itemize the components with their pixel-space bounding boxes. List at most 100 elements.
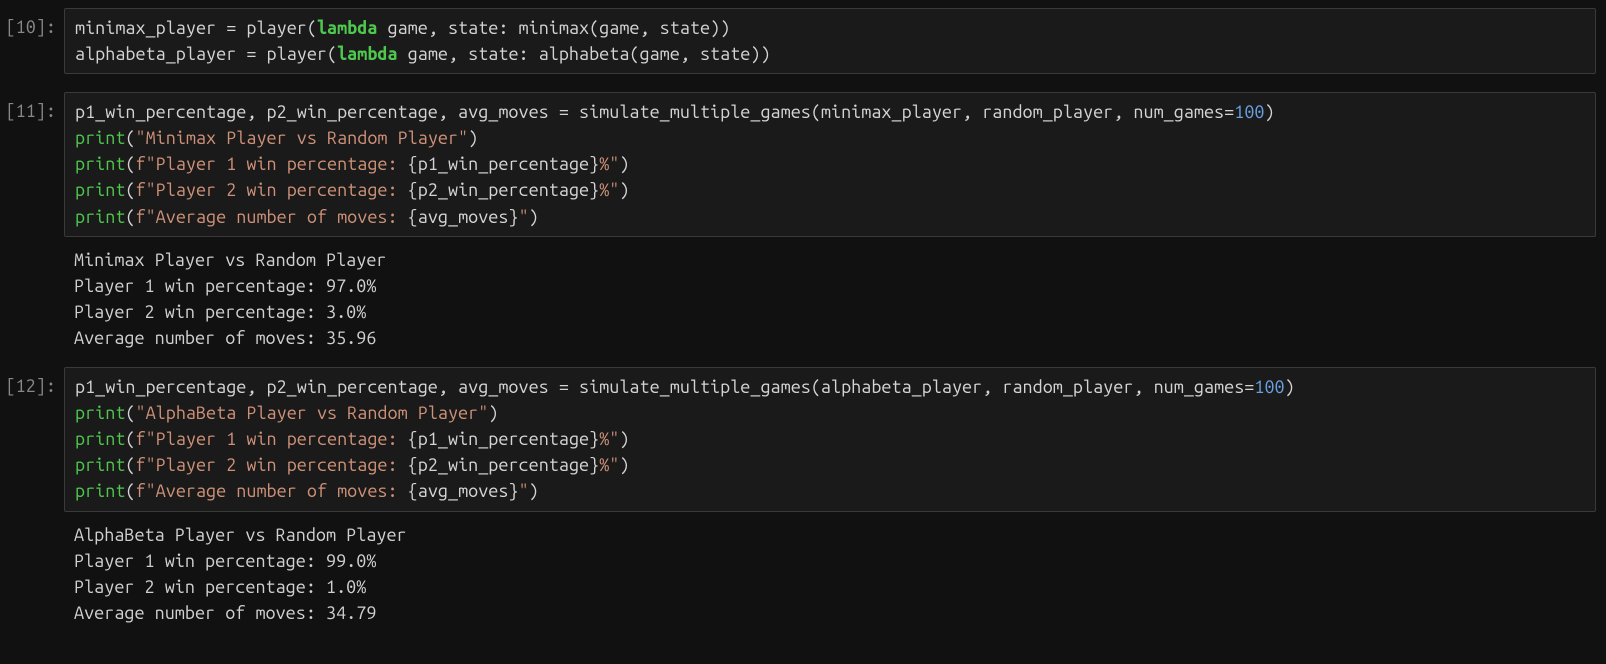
cell-code-input[interactable]: p1_win_percentage, p2_win_percentage, av… bbox=[64, 92, 1596, 236]
code-token: ) bbox=[619, 455, 629, 475]
code-token: alphabeta_player bbox=[75, 44, 246, 64]
code-token: ) bbox=[1264, 102, 1274, 122]
code-line: p1_win_percentage, p2_win_percentage, av… bbox=[75, 99, 1585, 125]
code-token: player( bbox=[236, 18, 317, 38]
code-token: lambda bbox=[337, 44, 397, 64]
code-token: print bbox=[75, 180, 125, 200]
code-token: print bbox=[75, 128, 125, 148]
code-token: lambda bbox=[317, 18, 377, 38]
code-token: 100 bbox=[1234, 102, 1264, 122]
code-line: print("Minimax Player vs Random Player") bbox=[75, 125, 1585, 151]
code-token: = bbox=[559, 377, 569, 397]
output-line: Minimax Player vs Random Player bbox=[74, 247, 1586, 273]
code-token: " bbox=[519, 207, 529, 227]
output-line: Average number of moves: 35.96 bbox=[74, 325, 1586, 351]
code-token: = bbox=[246, 44, 256, 64]
code-token: = bbox=[226, 18, 236, 38]
code-token: " bbox=[519, 481, 529, 501]
code-token: f"Player 1 win percentage: bbox=[136, 429, 408, 449]
code-token: 100 bbox=[1254, 377, 1284, 397]
code-token: p1_win_percentage, p2_win_percentage, av… bbox=[75, 377, 559, 397]
code-token: {p1_win_percentage} bbox=[408, 429, 600, 449]
code-line: print(f"Player 2 win percentage: {p2_win… bbox=[75, 452, 1585, 478]
cell-output: AlphaBeta Player vs Random PlayerPlayer … bbox=[64, 516, 1596, 628]
cell-prompt: [11]: bbox=[0, 92, 64, 124]
cell-output-row: Minimax Player vs Random PlayerPlayer 1 … bbox=[0, 241, 1606, 353]
notebook-cell: [10]:minimax_player = player(lambda game… bbox=[0, 8, 1606, 74]
code-token: {p2_win_percentage} bbox=[408, 180, 600, 200]
code-token: ( bbox=[125, 403, 135, 423]
code-token: "Minimax Player vs Random Player" bbox=[136, 128, 469, 148]
code-token: %" bbox=[599, 455, 619, 475]
code-token: %" bbox=[599, 429, 619, 449]
code-line: print(f"Player 1 win percentage: {p1_win… bbox=[75, 151, 1585, 177]
cell-code-input[interactable]: p1_win_percentage, p2_win_percentage, av… bbox=[64, 367, 1596, 511]
code-token: print bbox=[75, 403, 125, 423]
code-token: p1_win_percentage, p2_win_percentage, av… bbox=[75, 102, 559, 122]
code-line: print(f"Player 2 win percentage: {p2_win… bbox=[75, 177, 1585, 203]
code-token: print bbox=[75, 455, 125, 475]
code-line: minimax_player = player(lambda game, sta… bbox=[75, 15, 1585, 41]
code-token: ) bbox=[488, 403, 498, 423]
code-token: ( bbox=[125, 128, 135, 148]
code-token: f"Average number of moves: bbox=[136, 207, 408, 227]
code-token: f"Player 2 win percentage: bbox=[136, 455, 408, 475]
code-token: "AlphaBeta Player vs Random Player" bbox=[136, 403, 489, 423]
code-token: f"Player 2 win percentage: bbox=[136, 180, 408, 200]
code-token: player( bbox=[256, 44, 337, 64]
output-line: Average number of moves: 34.79 bbox=[74, 600, 1586, 626]
code-token: ( bbox=[125, 180, 135, 200]
cell-output: Minimax Player vs Random PlayerPlayer 1 … bbox=[64, 241, 1596, 353]
output-line: Player 2 win percentage: 3.0% bbox=[74, 299, 1586, 325]
code-line: print(f"Player 1 win percentage: {p1_win… bbox=[75, 426, 1585, 452]
code-token: ) bbox=[529, 481, 539, 501]
code-token: print bbox=[75, 481, 125, 501]
code-line: print(f"Average number of moves: {avg_mo… bbox=[75, 204, 1585, 230]
code-token: ) bbox=[619, 180, 629, 200]
code-line: print("AlphaBeta Player vs Random Player… bbox=[75, 400, 1585, 426]
cell-prompt: [12]: bbox=[0, 367, 64, 399]
code-token: = bbox=[559, 102, 569, 122]
code-token: game, state: alphabeta(game, state)) bbox=[398, 44, 771, 64]
code-token: minimax_player bbox=[75, 18, 226, 38]
code-token: %" bbox=[599, 154, 619, 174]
code-token: ( bbox=[125, 207, 135, 227]
code-token: {p1_win_percentage} bbox=[408, 154, 600, 174]
code-token: print bbox=[75, 207, 125, 227]
code-token: f"Player 1 win percentage: bbox=[136, 154, 408, 174]
code-token: {p2_win_percentage} bbox=[408, 455, 600, 475]
code-token: ) bbox=[468, 128, 478, 148]
cell-prompt: [10]: bbox=[0, 8, 64, 40]
code-line: print(f"Average number of moves: {avg_mo… bbox=[75, 478, 1585, 504]
output-line: Player 2 win percentage: 1.0% bbox=[74, 574, 1586, 600]
code-token: print bbox=[75, 429, 125, 449]
code-token: = bbox=[1224, 102, 1234, 122]
code-token: %" bbox=[599, 180, 619, 200]
output-line: AlphaBeta Player vs Random Player bbox=[74, 522, 1586, 548]
code-token: simulate_multiple_games(minimax_player, … bbox=[569, 102, 1224, 122]
notebook-cell: [12]: p1_win_percentage, p2_win_percentag… bbox=[0, 367, 1606, 511]
code-token: f"Average number of moves: bbox=[136, 481, 408, 501]
code-token: print bbox=[75, 154, 125, 174]
cell-code-input[interactable]: minimax_player = player(lambda game, sta… bbox=[64, 8, 1596, 74]
code-token: ) bbox=[619, 154, 629, 174]
output-line: Player 1 win percentage: 99.0% bbox=[74, 548, 1586, 574]
code-token: ) bbox=[619, 429, 629, 449]
code-token: ( bbox=[125, 455, 135, 475]
code-token: = bbox=[1244, 377, 1254, 397]
notebook-cell: [11]: p1_win_percentage, p2_win_percentag… bbox=[0, 92, 1606, 236]
code-token: {avg_moves} bbox=[408, 207, 519, 227]
output-line: Player 1 win percentage: 97.0% bbox=[74, 273, 1586, 299]
code-line: alphabeta_player = player(lambda game, s… bbox=[75, 41, 1585, 67]
code-token: ( bbox=[125, 154, 135, 174]
code-token: ) bbox=[529, 207, 539, 227]
code-line: p1_win_percentage, p2_win_percentage, av… bbox=[75, 374, 1585, 400]
code-token: ( bbox=[125, 481, 135, 501]
code-token: game, state: minimax(game, state)) bbox=[377, 18, 730, 38]
code-token: ( bbox=[125, 429, 135, 449]
code-token: simulate_multiple_games(alphabeta_player… bbox=[569, 377, 1244, 397]
notebook-container: [10]:minimax_player = player(lambda game… bbox=[0, 8, 1606, 628]
cell-output-row: AlphaBeta Player vs Random PlayerPlayer … bbox=[0, 516, 1606, 628]
code-token: ) bbox=[1285, 377, 1295, 397]
code-token: {avg_moves} bbox=[408, 481, 519, 501]
